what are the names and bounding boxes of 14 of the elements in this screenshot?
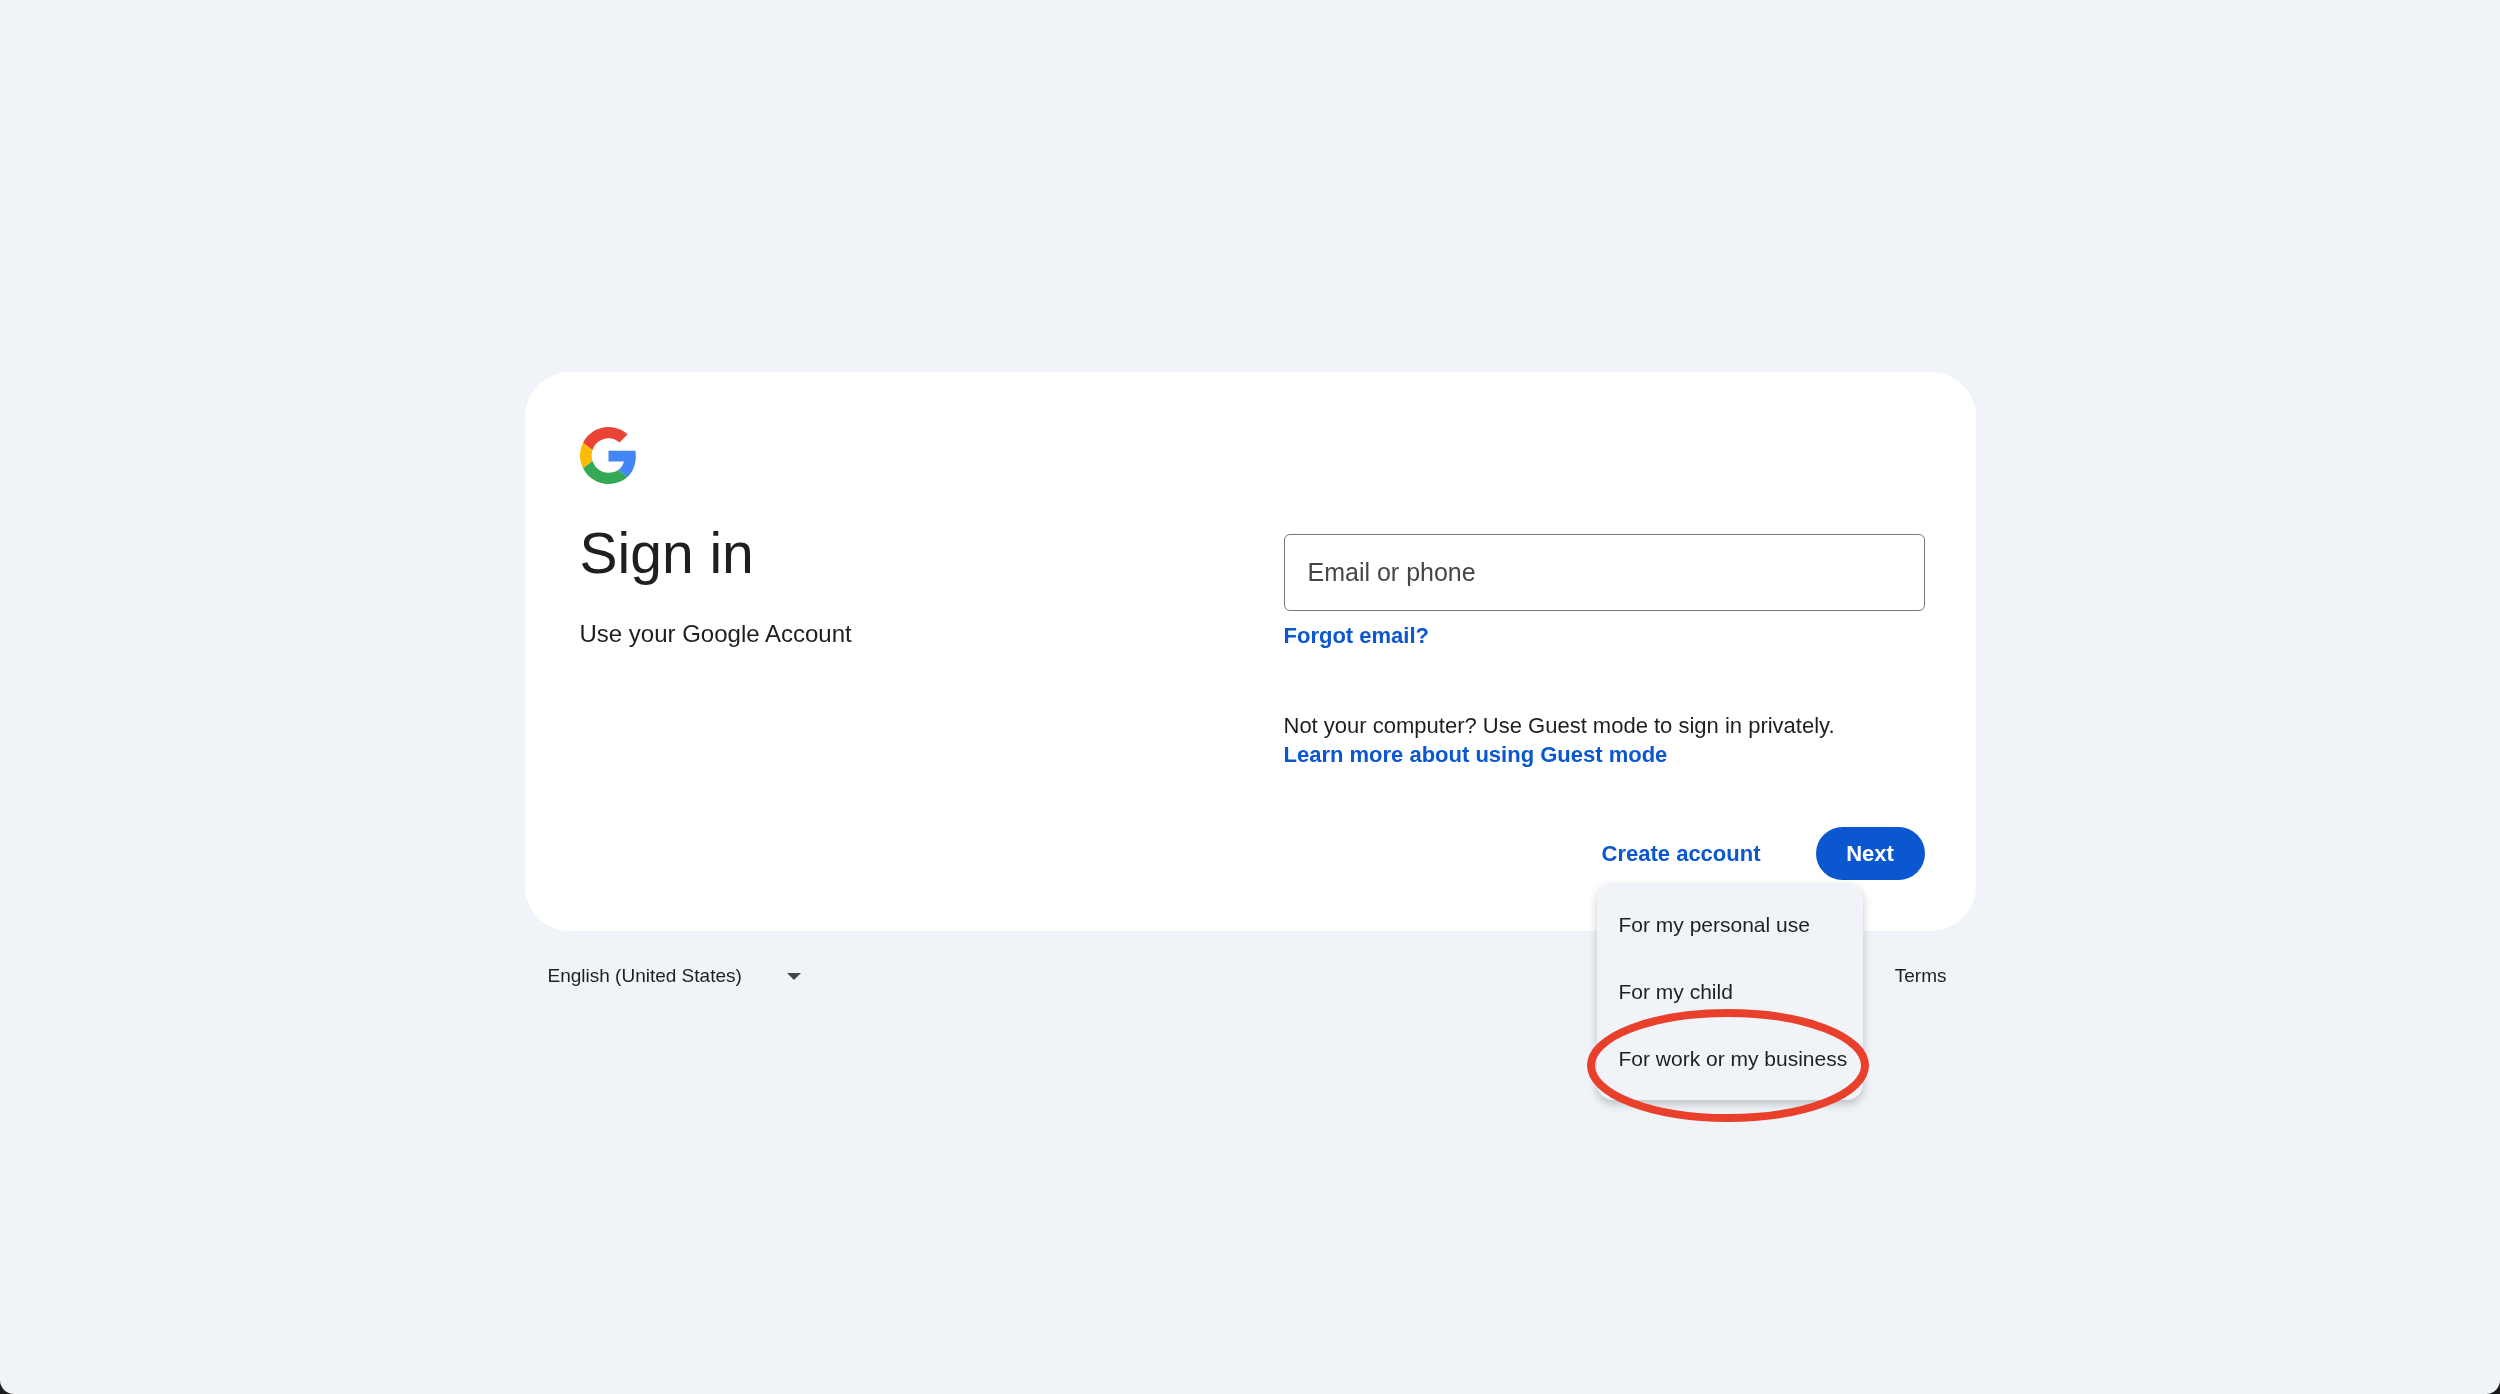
- footer-link[interactable]: Terms: [1878, 961, 1963, 991]
- logo-icon: [579, 427, 637, 484]
- learn-more-link[interactable]: Learn more about using Guest mode: [1283, 742, 1668, 767]
- page-title: Sign in: [579, 520, 754, 587]
- forgot-email-link[interactable]: Forgot email?: [1283, 621, 1429, 651]
- menu-item[interactable]: For my child: [1596, 958, 1863, 1025]
- subtitle: Use your Google Account: [579, 619, 852, 649]
- email-input-field[interactable]: Email or phone: [1283, 534, 1925, 611]
- guest-mode-notice: Not your computer? Use Guest mode to sign in privately. Learn more about using Guest mode: [1283, 712, 1836, 769]
- language-selector[interactable]: English (United States): [524, 952, 801, 1000]
- create-account-button[interactable]: Create account: [1577, 827, 1785, 880]
- menu-item[interactable]: For my personal use: [1596, 891, 1863, 958]
- caret-icon: [786, 972, 801, 980]
- next-button[interactable]: Next: [1815, 827, 1925, 880]
